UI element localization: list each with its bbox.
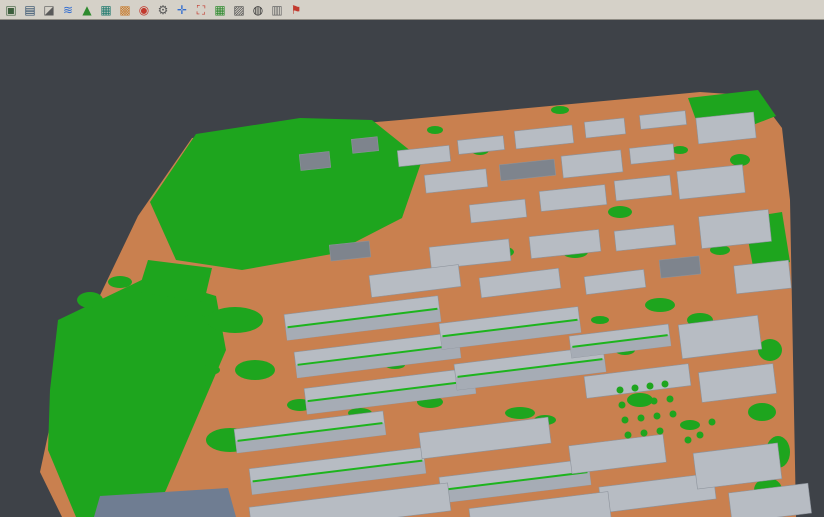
vegetation-blob <box>608 206 632 218</box>
ortho-layer-icon[interactable]: ▩ <box>116 1 134 19</box>
profile-view-icon[interactable]: ◪ <box>40 1 58 19</box>
open-project-icon[interactable]: ▣ <box>2 1 20 19</box>
building-roof <box>734 260 792 294</box>
tree-dot <box>657 428 664 435</box>
vegetation-blob <box>108 276 132 288</box>
grid-layer-icon[interactable]: ▦ <box>97 1 115 19</box>
classification-icon[interactable]: ▦ <box>211 1 229 19</box>
building <box>699 209 772 248</box>
flag-icon[interactable]: ⚑ <box>287 1 305 19</box>
building <box>659 256 701 278</box>
vegetation-blob <box>551 106 569 114</box>
tree-dot <box>632 385 639 392</box>
vegetation-blob <box>748 403 776 421</box>
tree-dot <box>635 400 642 407</box>
building-roof <box>699 209 772 248</box>
vegetation-blob <box>680 420 700 430</box>
pan-tool-icon[interactable]: ✛ <box>173 1 191 19</box>
vegetation-blob <box>672 146 688 154</box>
vegetation-blob <box>235 360 275 380</box>
3d-viewport[interactable] <box>0 20 824 517</box>
tree-dot <box>709 419 716 426</box>
tree-dot <box>667 396 674 403</box>
fullscreen-icon[interactable]: ⛶ <box>192 1 210 19</box>
table-icon[interactable]: ▥ <box>268 1 286 19</box>
vegetation-blob <box>591 316 609 324</box>
tree-dot <box>654 413 661 420</box>
tree-dot <box>622 417 629 424</box>
building <box>299 151 331 170</box>
import-data-icon[interactable]: ▤ <box>21 1 39 19</box>
building-roof <box>659 256 701 278</box>
building <box>351 137 378 154</box>
vegetation-blob <box>77 292 103 308</box>
settings-icon[interactable]: ⚙ <box>154 1 172 19</box>
point-cloud-scene[interactable] <box>0 20 824 517</box>
building <box>734 260 792 294</box>
tree-dot <box>641 430 648 437</box>
tree-dot <box>651 398 658 405</box>
toolbar-icons: ▣▤◪≋▲▦▩◉⚙✛⛶▦▨◍▥⚑ <box>2 1 305 19</box>
toolbar: ▣▤◪≋▲▦▩◉⚙✛⛶▦▨◍▥⚑ <box>0 0 824 20</box>
tree-dot <box>619 402 626 409</box>
vegetation-blob <box>758 339 782 361</box>
globe-icon[interactable]: ◍ <box>249 1 267 19</box>
building-roof <box>351 137 378 154</box>
tree-dot <box>617 387 624 394</box>
tree-dot <box>638 415 645 422</box>
vegetation-blob <box>200 365 220 375</box>
building-roof <box>299 151 331 170</box>
vegetation-blob <box>427 126 443 134</box>
vegetation-blob <box>730 154 750 166</box>
vegetation-blob <box>207 307 263 333</box>
tree-dot <box>685 437 692 444</box>
tree-dot <box>647 383 654 390</box>
hillshade-icon[interactable]: ▨ <box>230 1 248 19</box>
tree-dot <box>697 432 704 439</box>
vegetation-blob <box>183 314 207 326</box>
vegetation-layer-icon[interactable]: ▲ <box>78 1 96 19</box>
vegetation-blob <box>505 407 535 419</box>
water-layer-icon[interactable]: ≋ <box>59 1 77 19</box>
tree-dot <box>670 411 677 418</box>
application-window: ▣▤◪≋▲▦▩◉⚙✛⛶▦▨◍▥⚑ <box>0 0 824 517</box>
record-icon[interactable]: ◉ <box>135 1 153 19</box>
vegetation-blob <box>645 298 675 312</box>
tree-dot <box>662 381 669 388</box>
tree-dot <box>625 432 632 439</box>
